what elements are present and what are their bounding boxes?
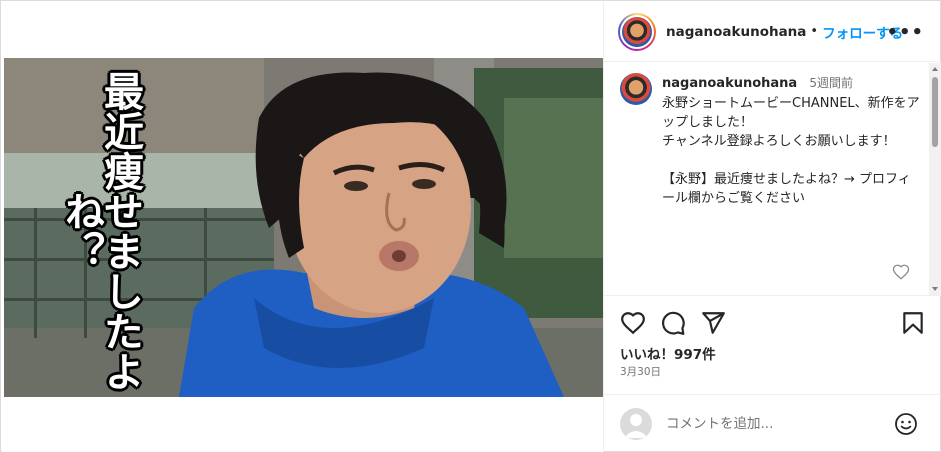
- caption-comment: naganoakunohana 5週間前 永野ショートムービーCHANNEL、新…: [620, 74, 920, 208]
- comment-like-icon[interactable]: [892, 263, 910, 281]
- comments-section: naganoakunohana 5週間前 永野ショートムービーCHANNEL、新…: [604, 63, 941, 295]
- emoji-icon[interactable]: [894, 412, 918, 436]
- avatar-image: [622, 16, 652, 47]
- heart-icon[interactable]: [620, 310, 646, 336]
- more-icon[interactable]: •••: [886, 22, 924, 43]
- add-comment-bar: [604, 394, 941, 452]
- post-sidebar: naganoakunohana • フォローする ••• naganoakuno…: [603, 2, 941, 452]
- user-avatar: [620, 407, 652, 440]
- scroll-thumb[interactable]: [932, 77, 938, 147]
- likes-count[interactable]: いいね！997件: [620, 343, 716, 363]
- post-image[interactable]: 最近痩せましたよね？: [4, 58, 603, 397]
- send-icon[interactable]: [700, 310, 726, 336]
- default-avatar-icon: [624, 413, 648, 438]
- scroll-down-arrow[interactable]: [932, 287, 938, 291]
- comment-input[interactable]: [666, 415, 896, 432]
- header-username[interactable]: naganoakunohana: [666, 24, 806, 40]
- comment-time[interactable]: 5週間前: [809, 76, 853, 90]
- comment-username[interactable]: naganoakunohana: [662, 76, 797, 91]
- post-header: naganoakunohana • フォローする •••: [604, 2, 941, 62]
- header-separator: •: [810, 24, 819, 39]
- image-caption-overlay: 最近痩せましたよね？: [58, 71, 144, 391]
- avatar-inner: [620, 14, 654, 49]
- header-avatar[interactable]: [618, 12, 656, 51]
- post-date[interactable]: 3月30日: [620, 364, 661, 379]
- post-actions: いいね！997件 3月30日: [604, 295, 941, 385]
- comment-icon[interactable]: [660, 310, 686, 336]
- comment-head: naganoakunohana 5週間前: [620, 74, 920, 93]
- comments-scrollbar[interactable]: [929, 63, 941, 295]
- post-modal: 最近痩せましたよね？ naganoakunohana • フォローする ••• …: [0, 0, 941, 452]
- scroll-up-arrow[interactable]: [932, 67, 938, 71]
- bookmark-icon[interactable]: [900, 310, 926, 336]
- comment-text: 永野ショートムービーCHANNEL、新作をアップしました！ チャンネル登録よろし…: [662, 96, 920, 206]
- media-column: 最近痩せましたよね？: [2, 2, 603, 452]
